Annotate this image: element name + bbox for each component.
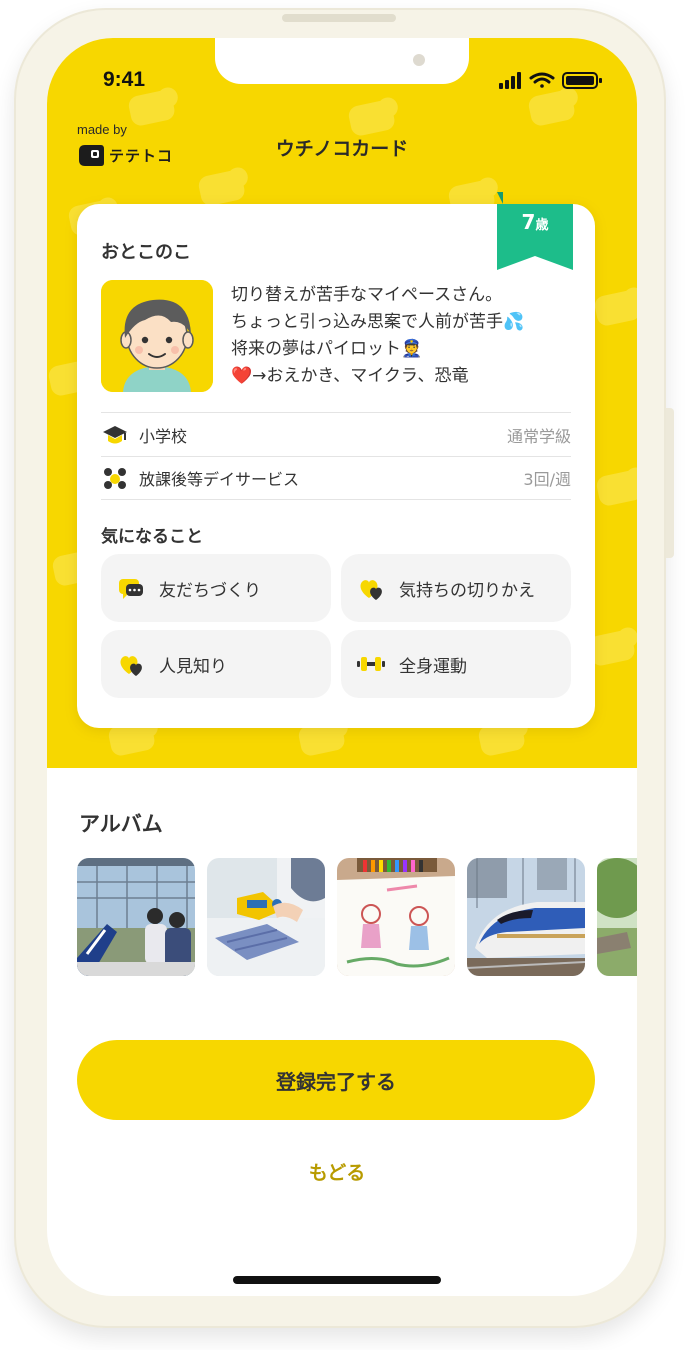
park-photo bbox=[597, 858, 637, 976]
register-complete-button[interactable]: 登録完了する bbox=[77, 1040, 595, 1120]
info-label: 放課後等デイサービス bbox=[139, 470, 300, 489]
brand-name: テテトコ bbox=[109, 146, 174, 165]
intro-line: ちょっと引っ込み思案で人前が苦手💦 bbox=[231, 312, 525, 332]
info-value: 通常学級 bbox=[506, 426, 571, 446]
status-icons bbox=[499, 72, 602, 89]
signal-icon bbox=[499, 72, 521, 89]
screen: 9:41 made by テテトコ ウチノコカード 7歳 おとこのこ 切り替えが… bbox=[47, 38, 637, 1296]
concern-tag-exercise: 全身運動 bbox=[341, 630, 571, 698]
battery-icon bbox=[562, 72, 602, 89]
profile-card: 7歳 おとこのこ 切り替えが苦手なマイペースさん。 ちょっと引っ込み思案で人前が… bbox=[77, 192, 595, 728]
page-title: ウチノコカード bbox=[275, 138, 409, 160]
album-photo[interactable] bbox=[77, 858, 195, 976]
phone-side-button bbox=[666, 408, 674, 558]
album-photo[interactable] bbox=[207, 858, 325, 976]
toy-model-photo bbox=[207, 858, 325, 976]
dumbbell-icon bbox=[357, 657, 385, 671]
intro-line: 切り替えが苦手なマイペースさん。 bbox=[231, 285, 503, 305]
concern-label: 気持ちの切りかえ bbox=[399, 580, 535, 601]
concern-label: 人見知り bbox=[159, 656, 227, 677]
drawing-photo bbox=[337, 858, 455, 976]
info-value: 3回/週 bbox=[523, 470, 571, 489]
child-name: おとこのこ bbox=[101, 242, 191, 263]
status-time: 9:41 bbox=[103, 68, 146, 91]
concern-label: 全身運動 bbox=[399, 656, 467, 677]
made-by-label: made by bbox=[77, 122, 127, 137]
info-label: 小学校 bbox=[139, 426, 188, 446]
album-photo[interactable] bbox=[467, 858, 585, 976]
age-number: 7 bbox=[521, 210, 536, 234]
concern-tag-friends: 友だちづくり bbox=[101, 554, 331, 622]
album-photo[interactable] bbox=[597, 858, 637, 976]
back-button[interactable]: もどる bbox=[237, 1158, 437, 1185]
people-group-icon bbox=[104, 468, 126, 489]
info-row-school: 小学校 通常学級 bbox=[101, 412, 571, 456]
wifi-icon bbox=[529, 72, 555, 88]
age-badge: 7歳 bbox=[497, 210, 573, 234]
hearts-icon bbox=[120, 656, 142, 676]
child-intro: 切り替えが苦手なマイペースさん。 ちょっと引っ込み思案で人前が苦手💦 将来の夢は… bbox=[231, 282, 581, 390]
phone-frame: 9:41 made by テテトコ ウチノコカード 7歳 おとこのこ 切り替えが… bbox=[14, 8, 674, 1328]
front-camera bbox=[413, 54, 425, 66]
concerns-title: 気になること bbox=[101, 527, 203, 547]
hearts-icon bbox=[360, 580, 382, 600]
brand-logo-icon bbox=[79, 145, 104, 166]
brand-logo: テテトコ bbox=[77, 142, 173, 168]
phone-notch bbox=[215, 38, 469, 84]
concern-tag-shyness: 人見知り bbox=[101, 630, 331, 698]
bullet-train-photo bbox=[467, 858, 585, 976]
intro-line: ❤️→おえかき、マイクラ、恐竜 bbox=[231, 366, 469, 386]
avatar bbox=[101, 280, 213, 392]
boy-avatar-image bbox=[101, 280, 213, 392]
graduation-cap-icon bbox=[103, 425, 127, 443]
phone-speaker-slot bbox=[282, 14, 396, 22]
intro-line: 将来の夢はパイロット👮 bbox=[231, 339, 423, 359]
airport-photo bbox=[77, 858, 195, 976]
speech-bubble-icon bbox=[119, 579, 143, 599]
album-photo[interactable] bbox=[337, 858, 455, 976]
concern-label: 友だちづくり bbox=[159, 580, 261, 601]
concern-tag-emotions: 気持ちの切りかえ bbox=[341, 554, 571, 622]
home-indicator bbox=[233, 1276, 441, 1284]
age-unit: 歳 bbox=[535, 218, 549, 233]
info-row-day-service: 放課後等デイサービス 3回/週 bbox=[101, 456, 571, 500]
album-title: アルバム bbox=[79, 812, 163, 836]
album-photo-strip[interactable] bbox=[77, 858, 637, 976]
